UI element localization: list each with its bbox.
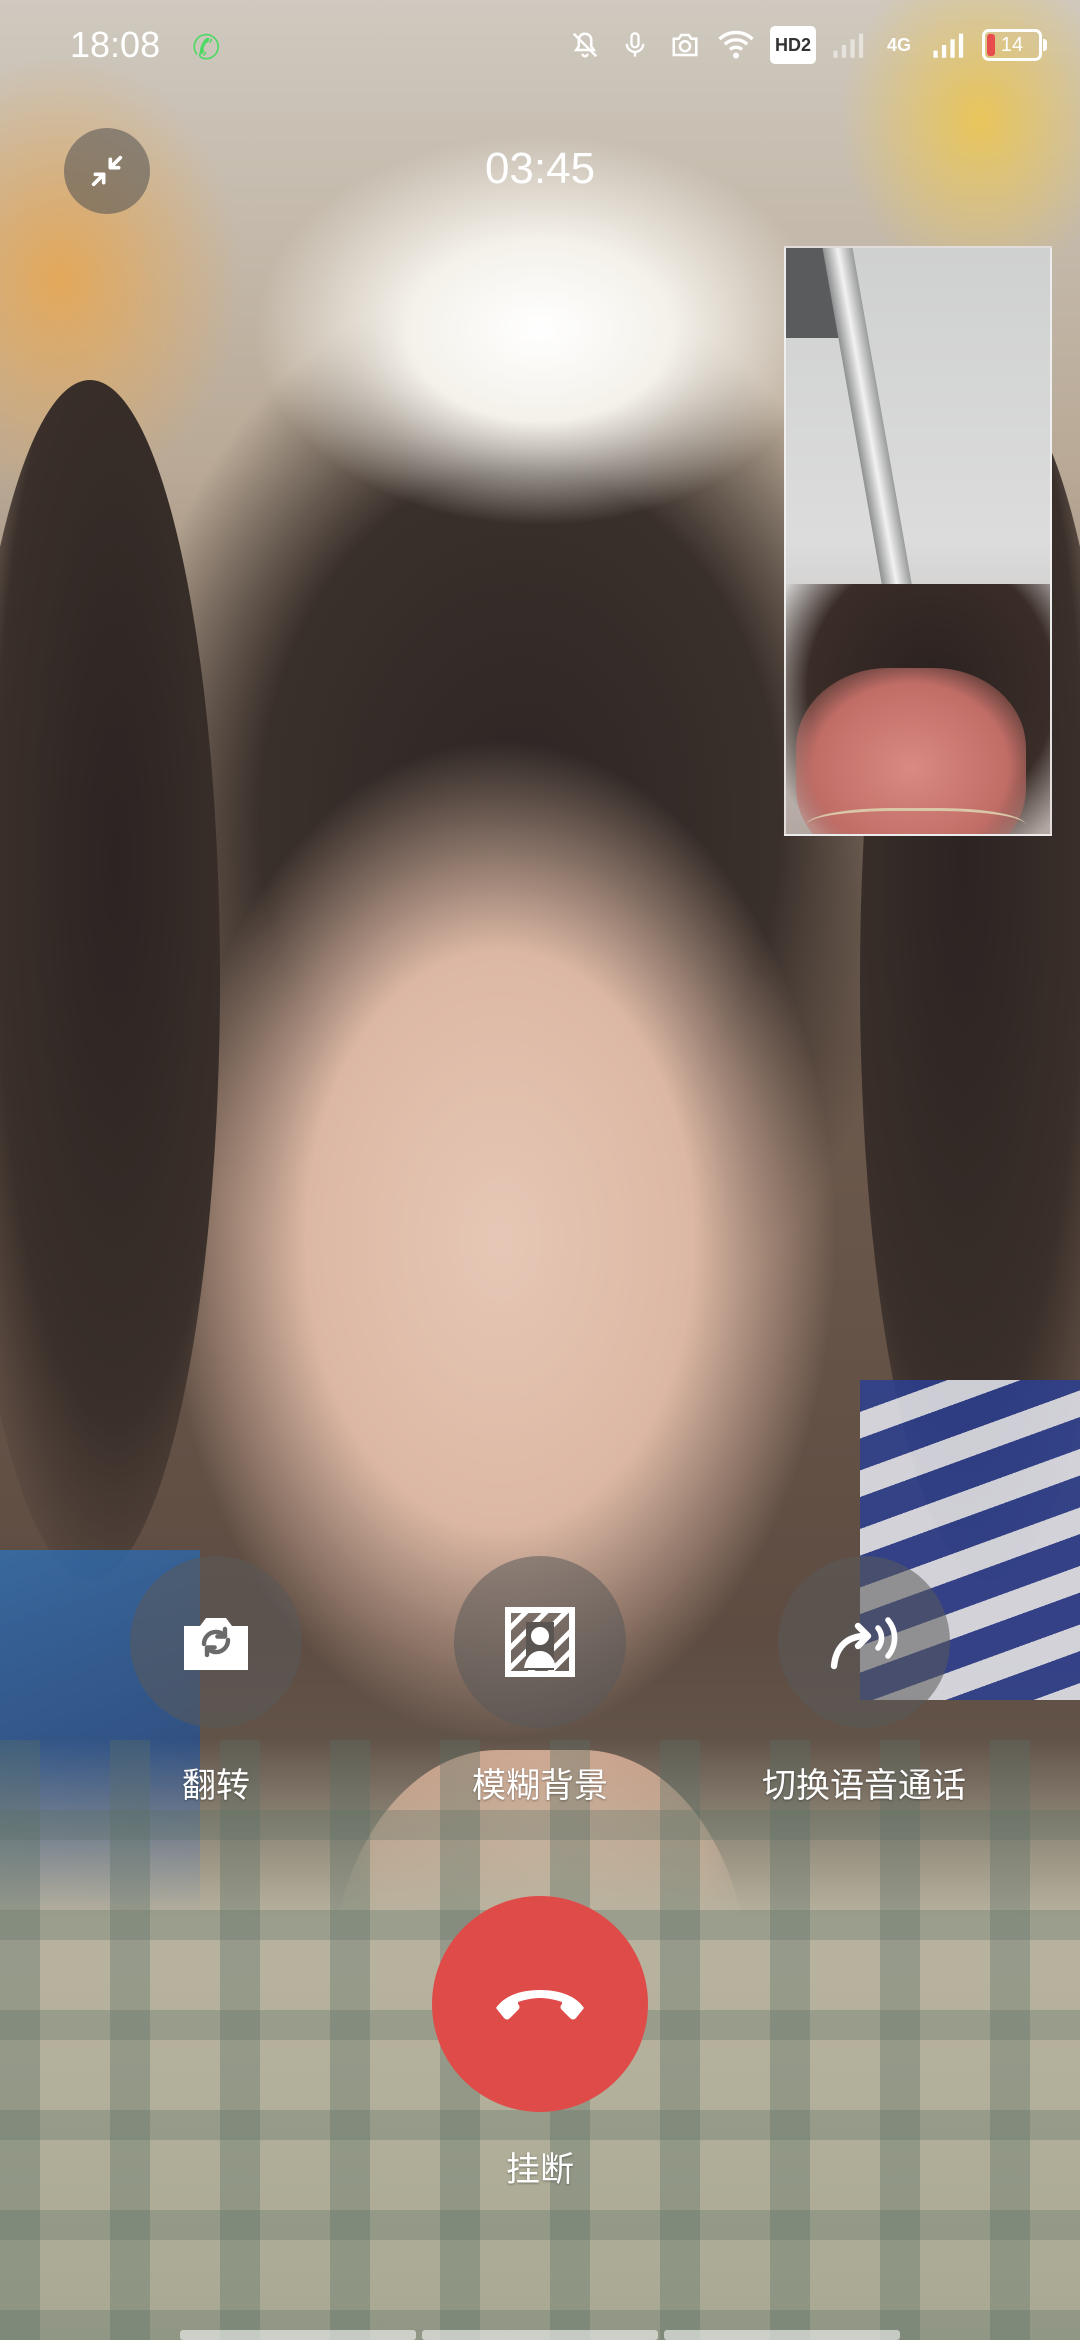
signal-icon xyxy=(932,28,966,62)
call-duration: 03:45 xyxy=(484,144,596,193)
battery-icon: 14 xyxy=(982,29,1047,61)
mute-bell-icon xyxy=(568,28,602,62)
switch-to-voice-icon xyxy=(830,1617,898,1670)
camera-icon xyxy=(668,28,702,62)
flip-camera-label: 翻转 xyxy=(182,1766,250,1806)
blur-background-control: 模糊背景 xyxy=(380,1556,700,1807)
microphone-icon xyxy=(618,28,652,62)
switch-voice-call-button[interactable] xyxy=(778,1556,950,1728)
switch-voice-control: 切换语音通话 xyxy=(704,1556,1024,1807)
video-call-screen: 18:08 ✆ HD2 4G 14 03:45 翻转 模糊背景 切换语音通话 挂… xyxy=(0,0,1080,2340)
phone-call-icon: ✆ xyxy=(192,28,221,68)
status-icons: HD2 4G 14 xyxy=(568,26,1047,64)
navigation-bar xyxy=(180,2330,900,2340)
signal-weak-icon xyxy=(832,28,866,62)
hangup-control: 挂断 xyxy=(380,1896,700,2191)
hangup-phone-icon xyxy=(496,1990,584,2020)
hangup-label: 挂断 xyxy=(506,2150,574,2190)
blur-background-icon xyxy=(505,1607,575,1677)
wifi-icon xyxy=(718,28,754,62)
status-time: 18:08 xyxy=(70,24,161,65)
flip-camera-control: 翻转 xyxy=(56,1556,376,1807)
camera-flip-icon xyxy=(184,1618,248,1670)
network-type: 4G xyxy=(886,35,911,55)
hd-icon: HD2 xyxy=(769,26,816,64)
flip-camera-button[interactable] xyxy=(130,1556,302,1728)
status-bar: 18:08 ✆ HD2 4G 14 xyxy=(0,0,1080,96)
blur-background-button[interactable] xyxy=(454,1556,626,1728)
local-video-preview[interactable] xyxy=(784,246,1052,836)
hangup-button[interactable] xyxy=(432,1896,648,2112)
blur-background-label: 模糊背景 xyxy=(472,1766,608,1806)
switch-voice-call-label: 切换语音通话 xyxy=(762,1766,966,1806)
battery-level: 14 xyxy=(1000,33,1024,56)
